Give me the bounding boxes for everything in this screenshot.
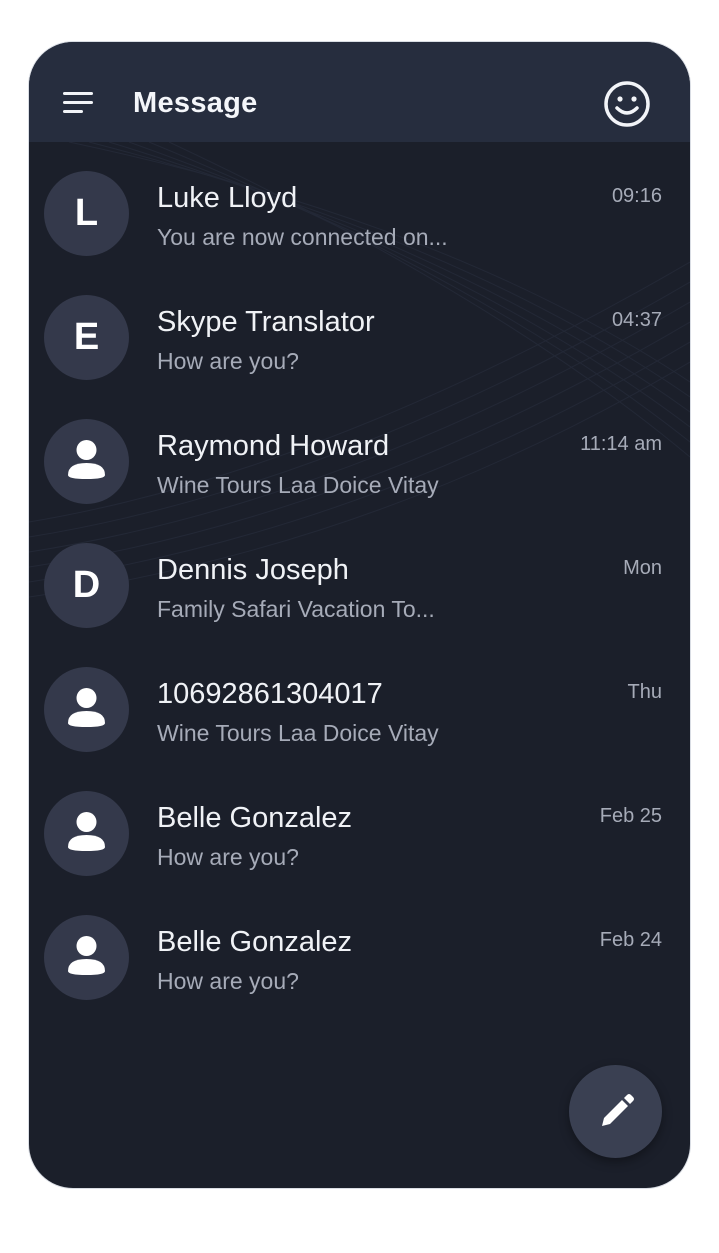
message-time: Feb 25 — [599, 805, 662, 827]
message-time: 04:37 — [611, 309, 662, 331]
contact-name: 10692861304017 — [157, 678, 383, 710]
message-time: Mon — [623, 557, 662, 579]
message-time: Thu — [627, 681, 662, 703]
list-item[interactable]: Belle Gonzalez How are you? Feb 25 — [29, 787, 690, 911]
avatar — [44, 419, 129, 504]
list-item[interactable]: L Luke Lloyd You are now connected on...… — [29, 167, 690, 291]
pencil-icon — [601, 1093, 634, 1126]
person-icon — [68, 936, 105, 975]
message-preview: You are now connected on... — [157, 224, 448, 250]
message-preview: Wine Tours Laa Doice Vitay — [157, 720, 439, 746]
message-time: Feb 24 — [599, 929, 662, 951]
smile-icon[interactable] — [603, 80, 651, 128]
message-time: 09:16 — [611, 185, 662, 207]
contact-name: Dennis Joseph — [157, 554, 349, 586]
phone-screen: Message L Luke Lloyd You are now connect… — [29, 42, 690, 1188]
message-preview: How are you? — [157, 844, 299, 870]
message-preview: Family Safari Vacation To... — [157, 596, 435, 622]
contact-name: Raymond Howard — [157, 430, 390, 462]
avatar: L — [44, 171, 129, 256]
message-preview: How are you? — [157, 968, 299, 994]
list-item[interactable]: E Skype Translator How are you? 04:37 — [29, 291, 690, 415]
contact-name: Luke Lloyd — [157, 182, 298, 214]
list-item[interactable]: D Dennis Joseph Family Safari Vacation T… — [29, 539, 690, 663]
person-icon — [68, 812, 105, 851]
person-icon — [68, 688, 105, 727]
contact-name: Belle Gonzalez — [157, 926, 353, 958]
compose-button[interactable] — [569, 1065, 662, 1158]
list-item[interactable]: Belle Gonzalez How are you? Feb 24 — [29, 911, 690, 1035]
list-item[interactable]: 10692861304017 Wine Tours Laa Doice Vita… — [29, 663, 690, 787]
menu-icon[interactable] — [63, 92, 95, 118]
list-item[interactable]: Raymond Howard Wine Tours Laa Doice Vita… — [29, 415, 690, 539]
person-icon — [68, 440, 105, 479]
message-time: 11:14 am — [580, 433, 662, 455]
avatar — [44, 791, 129, 876]
avatar: D — [44, 543, 129, 628]
page-title: Message — [133, 87, 258, 119]
contact-name: Skype Translator — [157, 306, 375, 338]
message-preview: Wine Tours Laa Doice Vitay — [157, 472, 439, 498]
avatar — [44, 667, 129, 752]
contact-name: Belle Gonzalez — [157, 802, 353, 834]
avatar: E — [44, 295, 129, 380]
message-preview: How are you? — [157, 348, 299, 374]
avatar — [44, 915, 129, 1000]
app-bar: Message — [29, 42, 690, 142]
